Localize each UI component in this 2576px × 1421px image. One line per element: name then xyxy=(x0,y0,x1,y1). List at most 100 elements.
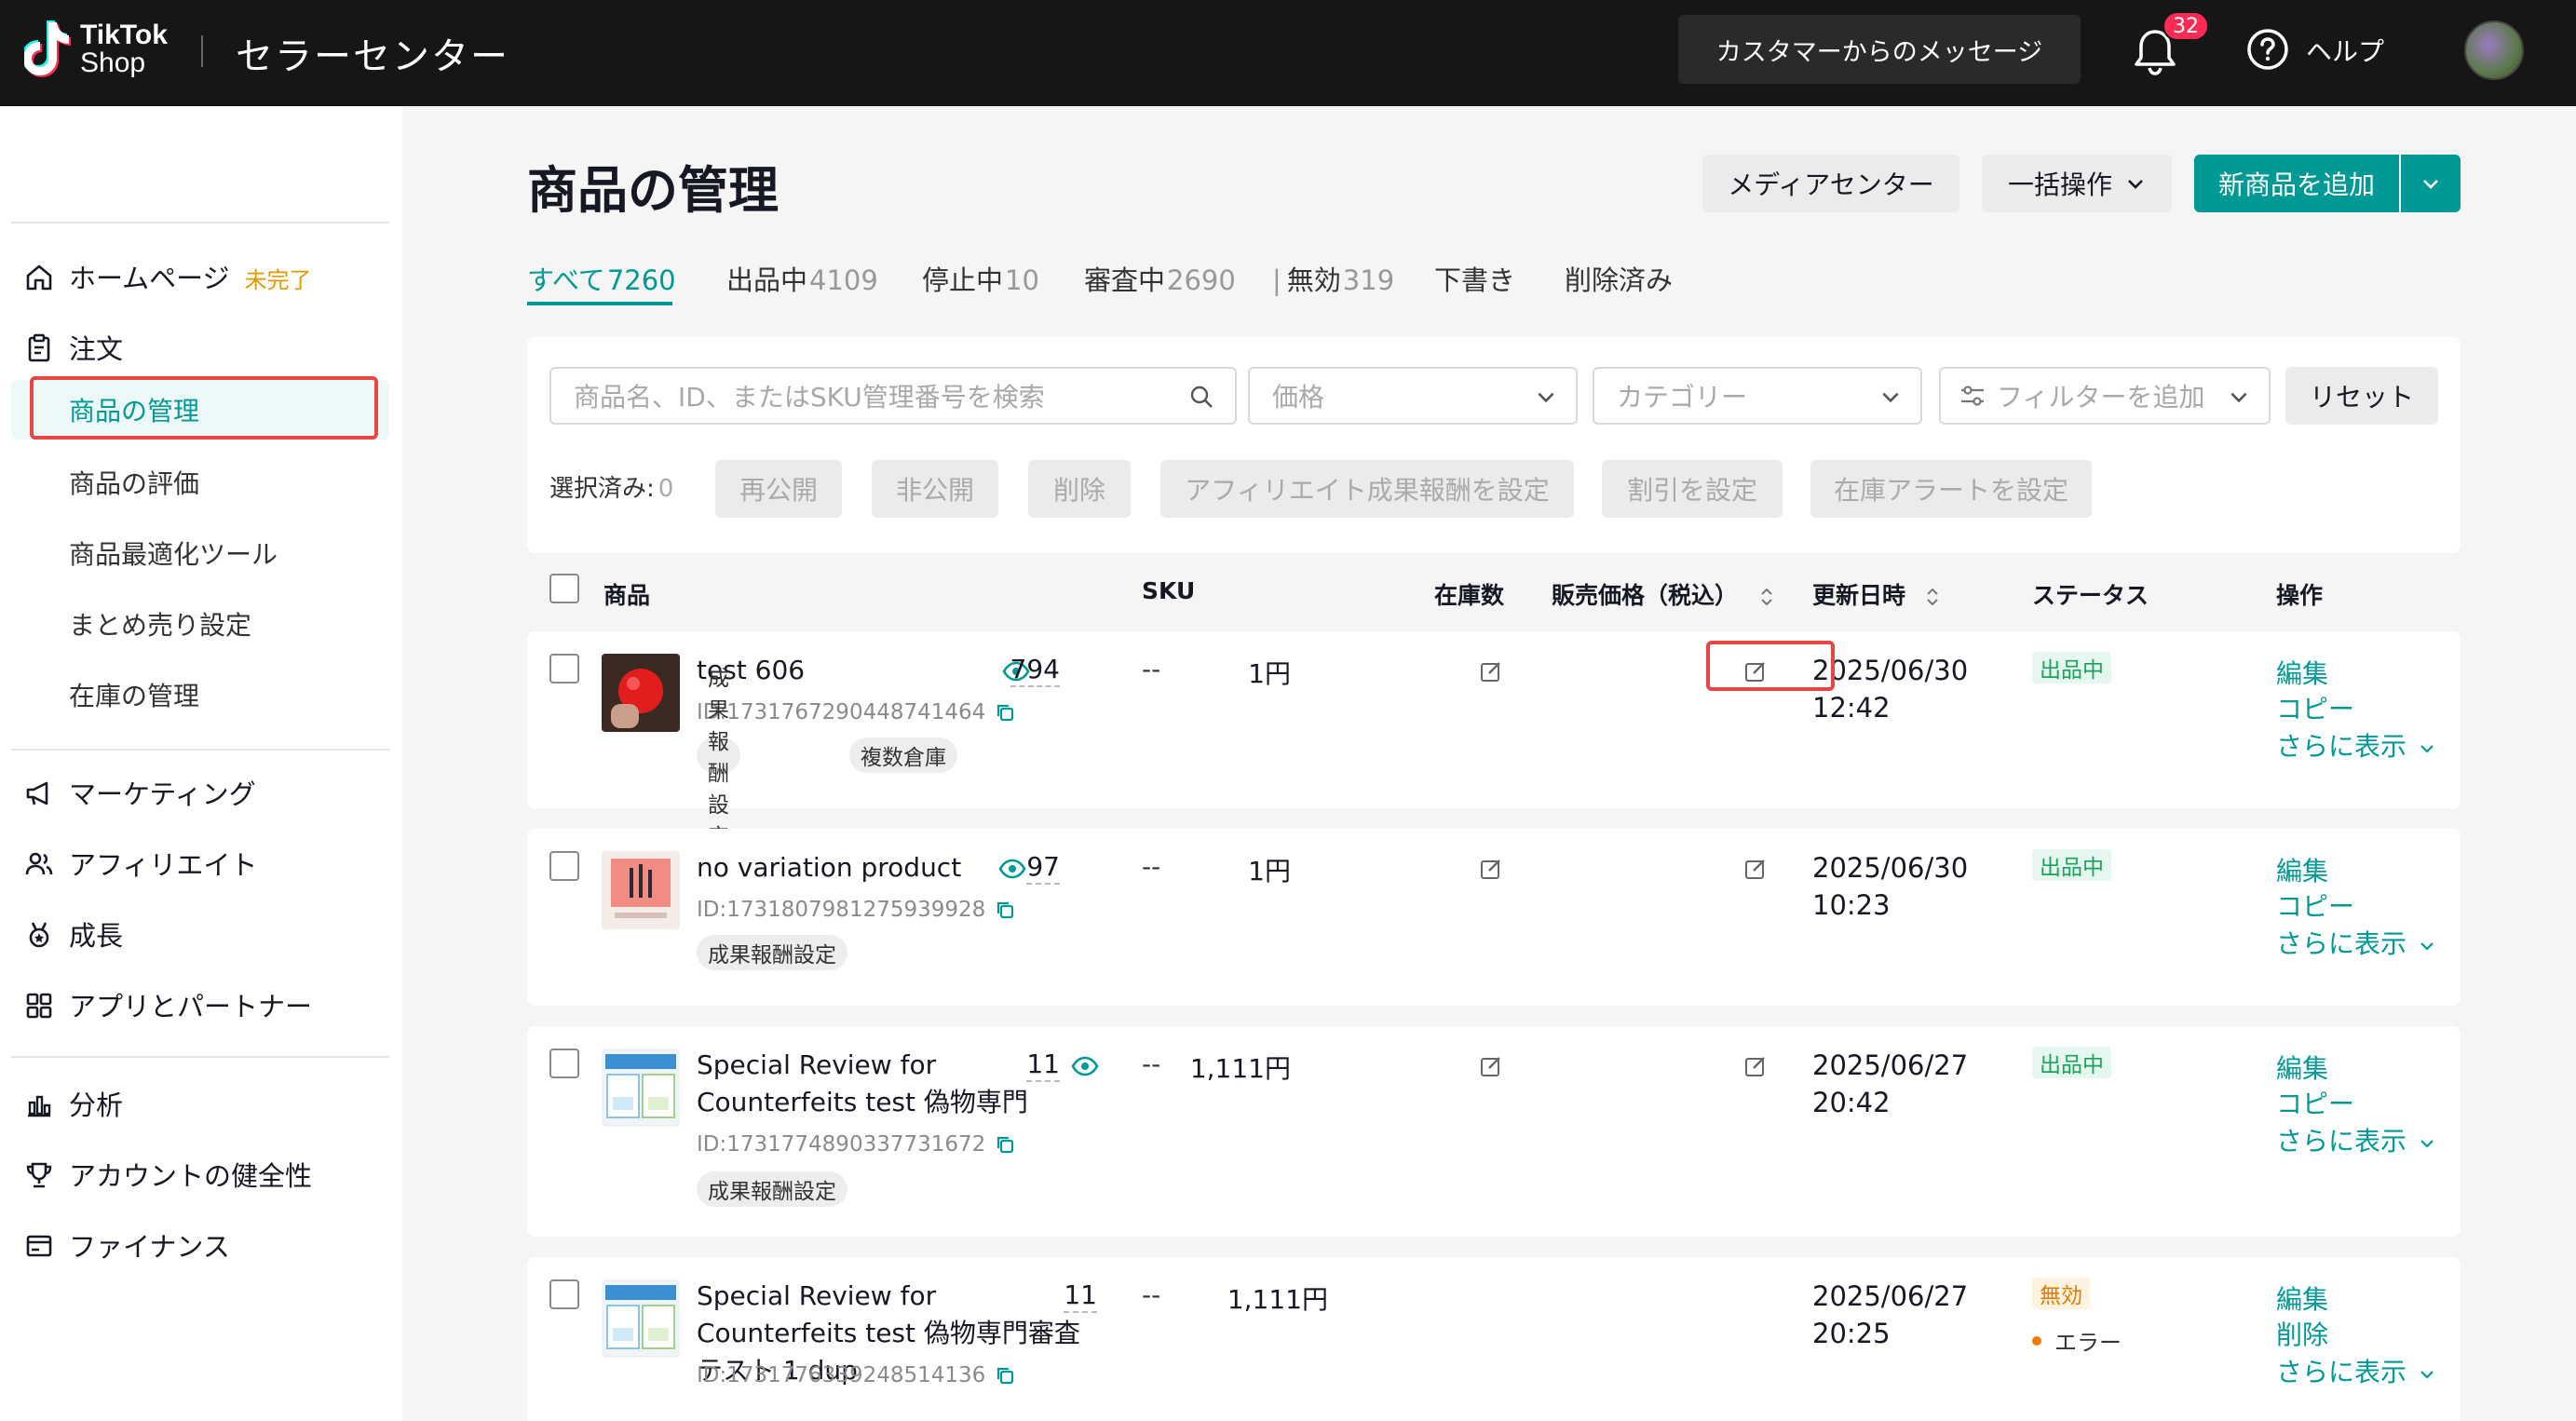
more-link[interactable]: さらに表示 xyxy=(2276,924,2435,961)
edit-link[interactable]: 編集 xyxy=(2276,654,2328,691)
help-label[interactable]: ヘルプ xyxy=(2306,32,2384,69)
edit-link[interactable]: 編集 xyxy=(2276,851,2328,888)
sidebar-item-affiliate[interactable]: アフィリエイト xyxy=(0,834,402,892)
product-stock[interactable]: 794 xyxy=(1010,654,1060,687)
product-thumbnail[interactable] xyxy=(602,1279,680,1358)
table-row: Special Review for Counterfeits test 偽物専… xyxy=(527,1257,2461,1421)
edit-icon[interactable] xyxy=(1479,659,1503,683)
sidebar-item-finance[interactable]: ファイナンス xyxy=(0,1216,402,1274)
customer-messages-button[interactable]: カスタマーからのメッセージ xyxy=(1678,15,2081,84)
product-price[interactable]: 1円 xyxy=(1248,851,1291,888)
set-affiliate-commission-button[interactable]: アフィリエイト成果報酬を設定 xyxy=(1160,460,1574,518)
sidebar-item-product-reviews[interactable]: 商品の評価 xyxy=(69,464,199,501)
delete-button[interactable]: 削除 xyxy=(1028,460,1131,518)
sidebar-item-inventory[interactable]: 在庫の管理 xyxy=(69,676,199,713)
page-title: 商品の管理 xyxy=(527,161,779,220)
selected-count: 選択済み: 0 xyxy=(549,475,674,503)
price-select[interactable]: 価格 xyxy=(1248,367,1578,425)
add-filter-select[interactable]: フィルターを追加 xyxy=(1939,367,2271,425)
tab-invalid[interactable]: | 無効319 xyxy=(1272,259,1394,298)
product-thumbnail[interactable] xyxy=(602,654,680,732)
republish-button[interactable]: 再公開 xyxy=(715,460,842,518)
tab-active[interactable]: 出品中4109 xyxy=(726,259,878,298)
row-checkbox[interactable] xyxy=(549,1279,579,1309)
eye-icon[interactable] xyxy=(998,859,1026,879)
product-thumbnail[interactable] xyxy=(602,1049,680,1127)
reset-button[interactable]: リセット xyxy=(2285,367,2438,425)
trophy-icon xyxy=(26,1162,52,1188)
updated-datetime: 2025/06/30 10:23 xyxy=(1812,852,1969,921)
sidebar-item-bundle-settings[interactable]: まとめ売り設定 xyxy=(69,605,251,643)
set-stock-alert-button[interactable]: 在庫アラートを設定 xyxy=(1810,460,2092,518)
edit-link[interactable]: 編集 xyxy=(2276,1049,2328,1086)
edit-icon[interactable] xyxy=(1743,1054,1768,1078)
set-discount-button[interactable]: 割引を設定 xyxy=(1602,460,1783,518)
product-stock[interactable]: 11 xyxy=(1026,1049,1060,1082)
sidebar-item-orders[interactable]: 注文 xyxy=(0,318,402,376)
copy-icon[interactable] xyxy=(995,1134,1015,1155)
col-actions: 操作 xyxy=(2276,582,2324,609)
row-checkbox[interactable] xyxy=(549,1049,579,1078)
product-id: ID:1731767290448741464 xyxy=(697,700,1015,724)
copy-icon[interactable] xyxy=(995,702,1015,723)
product-name[interactable]: Special Review for Counterfeits test 偽物専… xyxy=(697,1047,1069,1121)
search-input[interactable]: 商品名、ID、またはSKU管理番号を検索 xyxy=(549,367,1237,425)
product-price[interactable]: 1,111円 xyxy=(1190,1049,1291,1086)
edit-icon[interactable] xyxy=(1743,857,1768,881)
sidebar-item-growth[interactable]: 成長 xyxy=(0,905,402,963)
bulk-action-button[interactable]: 一括操作 xyxy=(1982,155,2172,212)
tab-deleted[interactable]: 削除済み xyxy=(1565,259,1673,298)
add-product-button[interactable]: 新商品を追加 xyxy=(2194,155,2399,212)
chevron-down-icon xyxy=(2423,180,2438,189)
row-checkbox[interactable] xyxy=(549,654,579,683)
more-link[interactable]: さらに表示 xyxy=(2276,1352,2435,1389)
search-icon[interactable] xyxy=(1188,384,1214,410)
sidebar-item-apps[interactable]: アプリとパートナー xyxy=(0,976,402,1034)
product-sku: -- xyxy=(1142,1049,1161,1079)
table-row: test 606 ID:1731767290448741464 成果報酬設定 複… xyxy=(527,631,2461,849)
col-price[interactable]: 販売価格（税込） xyxy=(1552,577,1774,611)
sidebar-item-analytics[interactable]: 分析 xyxy=(0,1075,402,1132)
edit-link[interactable]: 編集 xyxy=(2276,1279,2328,1317)
copy-link[interactable]: コピー xyxy=(2276,886,2354,924)
avatar[interactable] xyxy=(2464,20,2524,80)
help-icon[interactable] xyxy=(2246,28,2289,71)
col-updated[interactable]: 更新日時 xyxy=(1812,577,1940,611)
sidebar-item-account-health[interactable]: アカウントの健全性 xyxy=(0,1145,402,1203)
more-link[interactable]: さらに表示 xyxy=(2276,1121,2435,1158)
unpublish-button[interactable]: 非公開 xyxy=(872,460,998,518)
sidebar-item-marketing[interactable]: マーケティング xyxy=(0,764,402,821)
select-all-checkbox[interactable] xyxy=(549,574,579,603)
incomplete-tag: 未完了 xyxy=(244,267,312,293)
tab-all[interactable]: すべて7260 xyxy=(527,259,676,298)
tab-suspended[interactable]: 停止中10 xyxy=(922,259,1039,298)
product-name[interactable]: test 606 xyxy=(697,652,1051,689)
copy-link[interactable]: コピー xyxy=(2276,689,2354,726)
updated-datetime: 2025/06/27 20:42 xyxy=(1812,1049,1969,1118)
row-checkbox[interactable] xyxy=(549,851,579,881)
product-thumbnail[interactable] xyxy=(602,851,680,929)
edit-icon[interactable] xyxy=(1479,857,1503,881)
sidebar-divider xyxy=(11,222,389,223)
error-indicator[interactable]: エラー xyxy=(2032,1324,2122,1357)
product-name[interactable]: no variation product xyxy=(697,849,1051,886)
sidebar-divider xyxy=(11,1056,389,1058)
add-product-dropdown[interactable] xyxy=(2401,155,2461,212)
tab-drafts[interactable]: 下書き xyxy=(1434,259,1515,298)
media-center-button[interactable]: メディアセンター xyxy=(1702,155,1959,212)
sidebar-item-home[interactable]: ホームページ 未完了 xyxy=(0,248,402,305)
category-select[interactable]: カテゴリー xyxy=(1593,367,1922,425)
tiktok-shop-logo[interactable]: TikTok Shop xyxy=(24,19,168,80)
more-link[interactable]: さらに表示 xyxy=(2276,726,2435,764)
copy-icon[interactable] xyxy=(995,900,1015,920)
chevron-down-icon xyxy=(2230,392,2247,403)
copy-icon[interactable] xyxy=(995,1365,1015,1386)
sidebar-item-optimization-tool[interactable]: 商品最適化ツール xyxy=(69,535,278,572)
tab-reviewing[interactable]: 審査中2690 xyxy=(1084,259,1236,298)
edit-icon[interactable] xyxy=(1479,1054,1503,1078)
product-stock[interactable]: 97 xyxy=(1026,851,1060,885)
product-price[interactable]: 1円 xyxy=(1248,654,1291,691)
copy-link[interactable]: コピー xyxy=(2276,1084,2354,1121)
eye-icon[interactable] xyxy=(1071,1056,1099,1076)
delete-link[interactable]: 削除 xyxy=(2276,1315,2328,1352)
